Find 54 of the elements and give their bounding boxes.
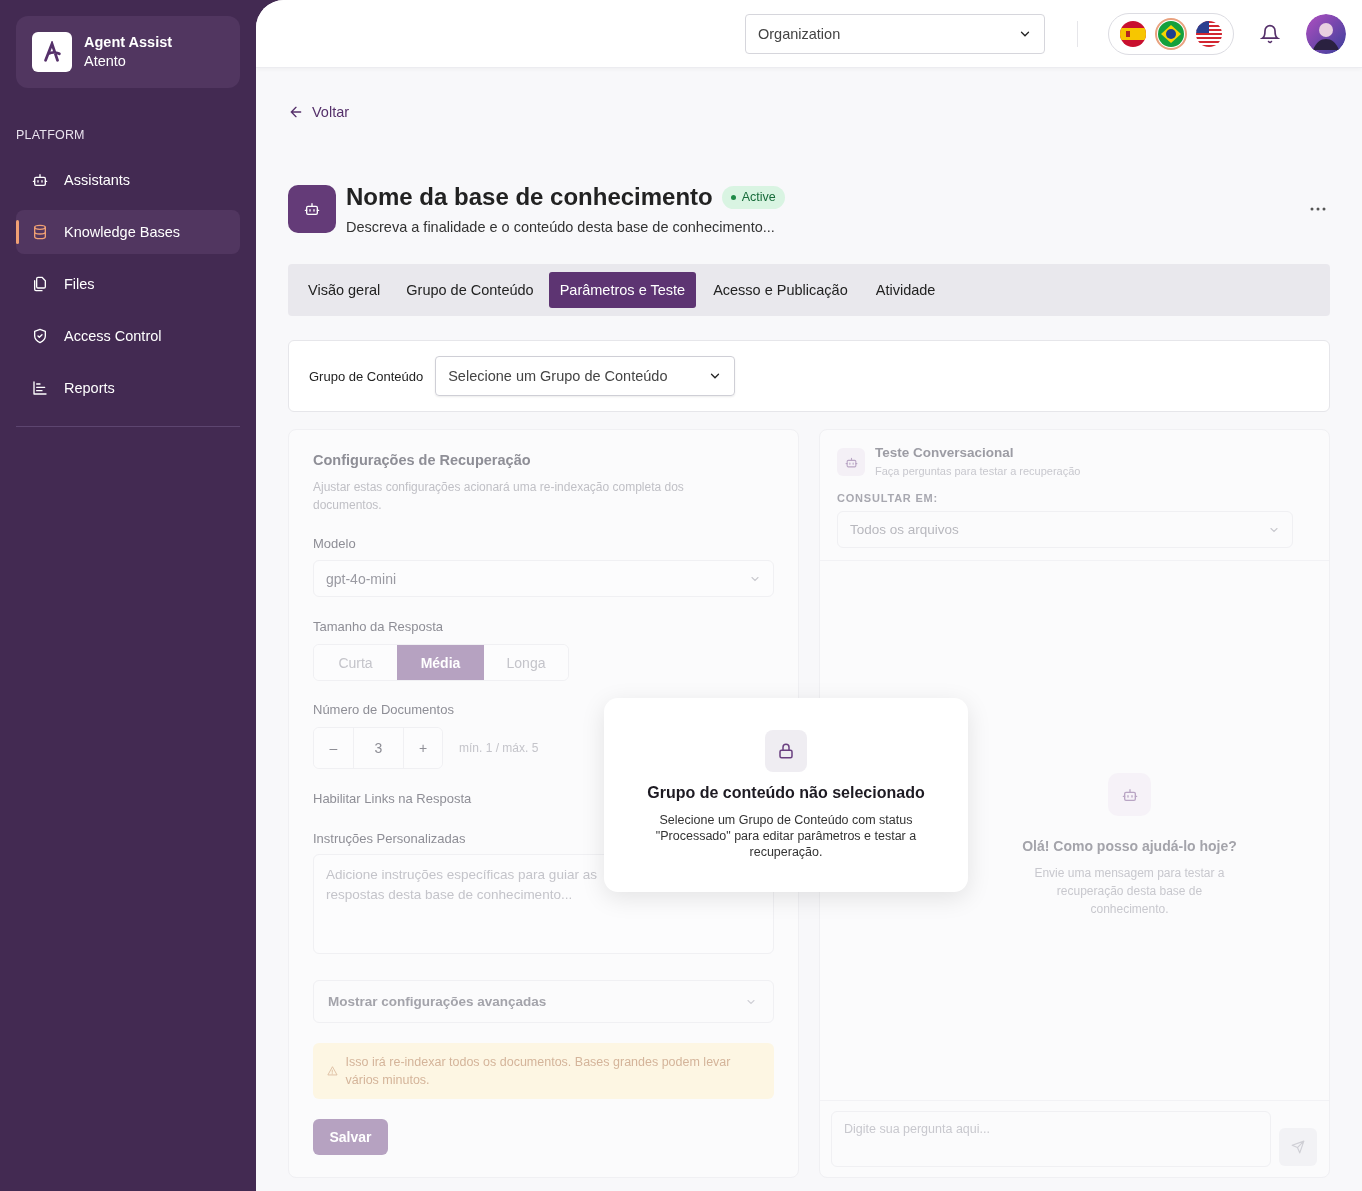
- flag-icon: [1120, 20, 1146, 47]
- content-group-select[interactable]: Selecione um Grupo de Conteúdo: [435, 356, 736, 396]
- brand-card[interactable]: Agent Assist Atento: [16, 16, 240, 88]
- field-label: Número de Documentos: [313, 702, 454, 717]
- nav-item[interactable]: Assistants: [16, 158, 240, 202]
- field-label: CONSULTAR EM:: [837, 492, 939, 504]
- document-count: 3: [353, 728, 404, 768]
- robot-icon: [32, 172, 48, 188]
- panel-title: Teste Conversacional: [875, 445, 1015, 460]
- tab[interactable]: Visão geral: [297, 272, 392, 308]
- greeting-title: Olá! Como posso ajudá-lo hoje?: [1022, 838, 1237, 854]
- page-title: Nome da base de conhecimento: [346, 183, 713, 211]
- dialog-title: Grupo de conteúdo não selecionado: [647, 784, 925, 802]
- avatar[interactable]: [1306, 13, 1346, 54]
- files-icon: [32, 276, 48, 292]
- send-icon: [1291, 1140, 1305, 1154]
- flag-icon: [1196, 20, 1222, 47]
- more-icon[interactable]: [1310, 207, 1326, 211]
- warning-banner: Isso irá re-indexar todos os documentos. Bases grandes podem levar vários minutos.: [313, 1043, 774, 1099]
- tab[interactable]: Parâmetros e Teste: [548, 272, 697, 308]
- robot-icon: [844, 455, 858, 469]
- nav-item[interactable]: Knowledge Bases: [16, 210, 240, 254]
- section-heading: PLATFORM: [16, 128, 86, 142]
- field-label: Modelo: [313, 536, 356, 551]
- nav-item[interactable]: Files: [16, 262, 240, 306]
- database-icon: [32, 224, 48, 240]
- field-label: Grupo de Conteúdo: [309, 368, 424, 384]
- lock-icon: [777, 742, 795, 760]
- panel-title: Configurações de Recuperação: [313, 452, 532, 468]
- field-label: Instruções Personalizadas: [313, 831, 466, 846]
- panel-description: Ajustar estas configurações acionará uma re-indexação completa dos documentos.: [313, 479, 685, 514]
- back-link[interactable]: Voltar: [288, 103, 350, 121]
- robot-icon: [1121, 786, 1138, 803]
- arrow-left-icon: [288, 104, 304, 120]
- chart-icon: [32, 380, 48, 396]
- warning-icon: [327, 1065, 338, 1077]
- flag-icon: [1158, 20, 1184, 47]
- nav-item[interactable]: Access Control: [16, 314, 240, 358]
- notification-bell-icon[interactable]: [1260, 23, 1280, 44]
- logo-icon: [32, 32, 72, 72]
- page-description: Descreva a finalidade e o conteúdo desta base de conhecimento...: [346, 219, 776, 235]
- org-name: Atento: [84, 52, 127, 71]
- tab[interactable]: Atividade: [864, 272, 947, 308]
- tab[interactable]: Acesso e Publicação: [702, 272, 859, 308]
- field-label: Tamanho da Resposta: [313, 619, 444, 634]
- shield-icon: [32, 328, 48, 344]
- field-label: Habilitar Links na Resposta: [313, 791, 472, 806]
- nav-item[interactable]: Reports: [16, 366, 240, 410]
- organization-select[interactable]: Organization: [745, 13, 1045, 54]
- app-name: Agent Assist: [84, 33, 173, 52]
- tab[interactable]: Grupo de Conteúdo: [395, 272, 545, 308]
- language-button[interactable]: [1155, 17, 1187, 50]
- status-badge: Active: [721, 185, 785, 209]
- robot-icon: [304, 201, 320, 217]
